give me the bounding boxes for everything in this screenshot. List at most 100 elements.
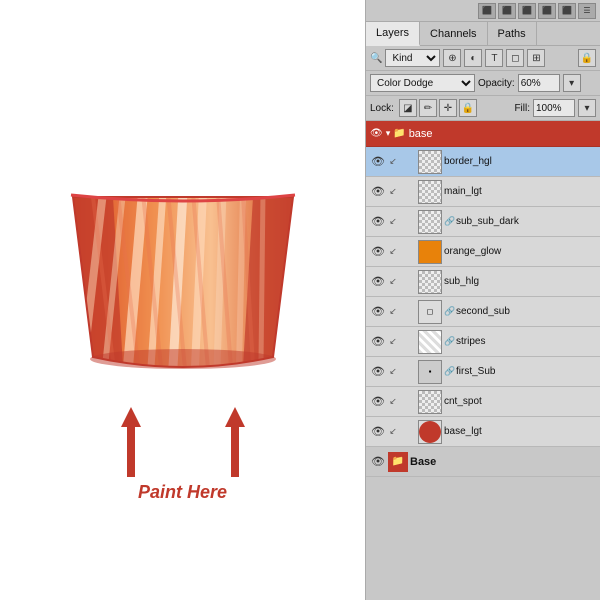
- layer-row-stripes[interactable]: 👁 ↙ 🔗 stripes: [366, 327, 600, 357]
- name-second-sub: second_sub: [456, 306, 596, 317]
- eye-base-group[interactable]: 👁: [370, 454, 386, 470]
- lock-row: Lock: ◪ ✏ ✛ 🔒 Fill: ▾: [366, 96, 600, 121]
- tab-channels[interactable]: Channels: [420, 22, 487, 45]
- chain-second-sub: 🔗: [444, 306, 454, 317]
- arrow-base-lgt: ↙: [388, 427, 398, 437]
- name-sub-hlg: sub_hlg: [444, 276, 596, 287]
- thumb-border-hgl: [418, 150, 442, 174]
- layer-filter-smart[interactable]: ⊞: [527, 49, 545, 67]
- lock-label: Lock:: [370, 103, 394, 114]
- layers-list: 👁 ↙ border_hgl 👁 ↙ main_lgt 👁 ↙: [366, 147, 600, 600]
- folder-icon: 📁: [393, 128, 405, 139]
- paint-label: Paint Here: [138, 482, 227, 503]
- name-sub-sub-dark: sub_sub_dark: [456, 216, 596, 227]
- opacity-label: Opacity:: [478, 78, 515, 89]
- kind-label: 🔍: [370, 53, 382, 64]
- blend-mode-dropdown[interactable]: Color Dodge Normal Multiply Screen: [370, 74, 475, 92]
- panel-tabs: Layers Channels Paths: [366, 22, 600, 46]
- arrow-sub-sub-dark: ↙: [388, 217, 398, 227]
- group-eye[interactable]: 👁: [370, 128, 383, 139]
- kind-dropdown[interactable]: Kind: [385, 49, 440, 67]
- fill-label: Fill:: [514, 103, 530, 114]
- eye-main-lgt[interactable]: 👁: [370, 184, 386, 200]
- chain-sub-sub-dark: 🔗: [444, 216, 454, 227]
- cupcake-illustration: [43, 137, 323, 397]
- right-arrow: [223, 407, 247, 477]
- paint-arrows-section: [119, 407, 247, 477]
- name-border-hgl: border_hgl: [444, 156, 596, 167]
- name-first-sub: first_Sub: [456, 366, 596, 377]
- eye-cnt-spot[interactable]: 👁: [370, 394, 386, 410]
- name-base-lgt: base_lgt: [444, 426, 596, 437]
- chain-stripes: 🔗: [444, 336, 454, 347]
- toolbar-icon-5[interactable]: ⬛: [558, 3, 576, 19]
- eye-second-sub[interactable]: 👁: [370, 304, 386, 320]
- thumb-base-lgt: [418, 420, 442, 444]
- name-cnt-spot: cnt_spot: [444, 396, 596, 407]
- group-header-base[interactable]: 👁 ▾ 📁 base: [366, 121, 600, 147]
- layer-row-base-group[interactable]: 👁 📁 Base: [366, 447, 600, 477]
- thumb-second-sub: ◻: [418, 300, 442, 324]
- toolbar-icon-2[interactable]: ⬛: [498, 3, 516, 19]
- eye-base-lgt[interactable]: 👁: [370, 424, 386, 440]
- lock-icons: ◪ ✏ ✛ 🔒: [399, 99, 477, 117]
- lock-transparent[interactable]: ◪: [399, 99, 417, 117]
- toolbar-icon-6[interactable]: ☰: [578, 3, 596, 19]
- layer-filter-pixel[interactable]: ⊕: [443, 49, 461, 67]
- arrow-cnt-spot: ↙: [388, 397, 398, 407]
- toolbar-icon-3[interactable]: ⬛: [518, 3, 536, 19]
- filter-toggle[interactable]: 🔒: [578, 49, 596, 67]
- layer-filter-adjust[interactable]: ◐: [464, 49, 482, 67]
- kind-row: 🔍 Kind ⊕ ◐ T ◻ ⊞ 🔒: [366, 46, 600, 71]
- layer-row-first-sub[interactable]: 👁 ↙ ▪ 🔗 first_Sub: [366, 357, 600, 387]
- folder-base-group: 📁: [388, 452, 408, 472]
- eye-orange-glow[interactable]: 👁: [370, 244, 386, 260]
- lock-position[interactable]: ✛: [439, 99, 457, 117]
- thumb-first-sub: ▪: [418, 360, 442, 384]
- layer-row-border-hgl[interactable]: 👁 ↙ border_hgl: [366, 147, 600, 177]
- lock-image[interactable]: ✏: [419, 99, 437, 117]
- layer-row-orange-glow[interactable]: 👁 ↙ orange_glow: [366, 237, 600, 267]
- tab-paths[interactable]: Paths: [488, 22, 537, 45]
- thumb-main-lgt: [418, 180, 442, 204]
- eye-stripes[interactable]: 👁: [370, 334, 386, 350]
- arrow-sub-hlg: ↙: [388, 277, 398, 287]
- layer-row-cnt-spot[interactable]: 👁 ↙ cnt_spot: [366, 387, 600, 417]
- arrow-second-sub: ↙: [388, 307, 398, 317]
- eye-sub-sub-dark[interactable]: 👁: [370, 214, 386, 230]
- group-arrow-icon: ▾: [386, 128, 391, 139]
- fill-input[interactable]: [533, 99, 575, 117]
- arrow-stripes: ↙: [388, 337, 398, 347]
- layer-row-sub-hlg[interactable]: 👁 ↙ sub_hlg: [366, 267, 600, 297]
- layer-filter-shape[interactable]: ◻: [506, 49, 524, 67]
- arrow-border-hgl: ↙: [388, 157, 398, 167]
- toolbar-icon-1[interactable]: ⬛: [478, 3, 496, 19]
- eye-sub-hlg[interactable]: 👁: [370, 274, 386, 290]
- thumb-orange-glow: [418, 240, 442, 264]
- name-stripes: stripes: [456, 336, 596, 347]
- eye-border-hgl[interactable]: 👁: [370, 154, 386, 170]
- thumb-sub-hlg: [418, 270, 442, 294]
- lock-all[interactable]: 🔒: [459, 99, 477, 117]
- tab-layers[interactable]: Layers: [366, 22, 420, 46]
- group-name: base: [409, 128, 433, 140]
- layer-row-base-lgt[interactable]: 👁 ↙ base_lgt: [366, 417, 600, 447]
- opacity-input[interactable]: [518, 74, 560, 92]
- thumb-sub-sub-dark: [418, 210, 442, 234]
- toolbar-icon-4[interactable]: ⬛: [538, 3, 556, 19]
- arrow-orange-glow: ↙: [388, 247, 398, 257]
- layer-row-sub-sub-dark[interactable]: 👁 ↙ 🔗 sub_sub_dark: [366, 207, 600, 237]
- chain-first-sub: 🔗: [444, 366, 454, 377]
- opacity-arrow[interactable]: ▾: [563, 74, 581, 92]
- fill-arrow[interactable]: ▾: [578, 99, 596, 117]
- layer-row-second-sub[interactable]: 👁 ↙ ◻ 🔗 second_sub: [366, 297, 600, 327]
- thumb-stripes: [418, 330, 442, 354]
- thumb-cnt-spot: [418, 390, 442, 414]
- left-arrow: [119, 407, 143, 477]
- layer-row-main-lgt[interactable]: 👁 ↙ main_lgt: [366, 177, 600, 207]
- arrow-first-sub: ↙: [388, 367, 398, 377]
- layers-panel: ⬛ ⬛ ⬛ ⬛ ⬛ ☰ Layers Channels Paths 🔍 Kind…: [365, 0, 600, 600]
- canvas-area: Paint Here: [0, 0, 365, 600]
- layer-filter-type[interactable]: T: [485, 49, 503, 67]
- eye-first-sub[interactable]: 👁: [370, 364, 386, 380]
